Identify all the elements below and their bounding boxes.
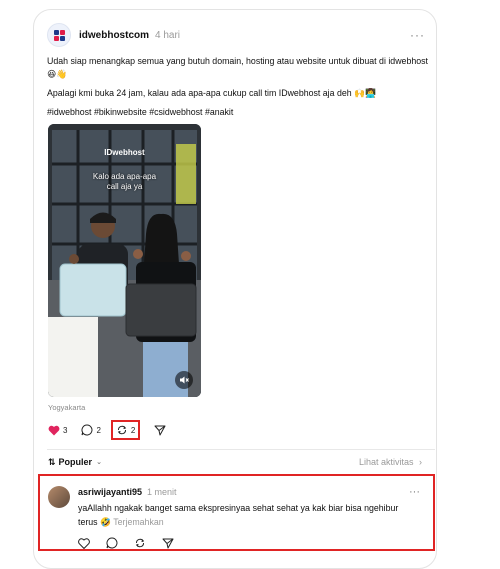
repost-count: 2 [130, 425, 136, 435]
caption-line-2: Apalagi kmi buka 24 jam, kalau ada apa-a… [47, 88, 376, 98]
translate-link[interactable]: Terjemahkan [113, 517, 163, 527]
sort-dropdown[interactable]: ⇅ Populer ⌄ [48, 457, 102, 468]
post-caption: Udah siap menangkap semua yang butuh dom… [47, 55, 435, 125]
video-frame [48, 124, 201, 397]
view-activity-label: Lihat aktivitas [358, 457, 414, 467]
comment-sort-bar: ⇅ Populer ⌄ Lihat aktivitas › [48, 454, 422, 470]
reply-actions [78, 537, 190, 549]
reply-like-button[interactable] [78, 537, 90, 549]
reply-repost-button[interactable] [134, 537, 146, 549]
reply-header: asriwijayanti95 1 menit [78, 487, 177, 497]
comment-button[interactable]: 2 [81, 424, 101, 436]
mute-icon [180, 376, 189, 384]
share-button[interactable] [154, 424, 166, 436]
reply-share-button[interactable] [162, 537, 174, 549]
reply-text: yaAllahh ngakak banget sama ekspresinyaa… [78, 501, 408, 529]
reply-time[interactable]: 1 menit [147, 487, 177, 497]
sort-label: Populer [58, 457, 93, 467]
like-count: 3 [63, 425, 68, 435]
overlay-text-line-1: Kalo ada apa-apa [92, 172, 157, 181]
post-time[interactable]: 4 hari [155, 30, 180, 41]
comment-count: 2 [96, 425, 101, 435]
comment-icon [106, 537, 118, 549]
comment-icon [81, 424, 93, 436]
brand-overlay: IDwebhost [104, 148, 145, 157]
share-icon [162, 538, 174, 549]
post-username[interactable]: idwebhostcom [79, 30, 149, 41]
repost-button[interactable]: 2 [110, 420, 141, 440]
post-actions: 3 2 2 [48, 420, 180, 440]
repost-icon [135, 538, 145, 548]
view-activity-link[interactable]: Lihat aktivitas › [359, 457, 422, 467]
reply-username[interactable]: asriwijayanti95 [78, 487, 142, 497]
chevron-right-icon: › [419, 457, 422, 467]
heart-icon [48, 425, 60, 435]
post-header: idwebhostcom 4 hari ··· [47, 22, 425, 48]
overlay-text-line-2: call aja ya [106, 182, 143, 191]
post-location[interactable]: Yogyakarta [48, 403, 85, 412]
overlay-text: Kalo ada apa-apa call aja ya [48, 172, 201, 192]
mute-button[interactable] [175, 371, 193, 389]
avatar[interactable] [47, 23, 71, 47]
more-options-icon[interactable]: ··· [410, 28, 425, 42]
heart-outline-icon [78, 537, 90, 549]
reply-comment-button[interactable] [106, 537, 118, 549]
share-icon [154, 425, 166, 436]
sort-icon: ⇅ [48, 456, 56, 467]
like-button[interactable]: 3 [48, 425, 67, 436]
chevron-down-icon: ⌄ [96, 459, 102, 466]
caption-line-1: Udah siap menangkap semua yang butuh dom… [47, 56, 428, 79]
reply-avatar[interactable] [48, 486, 70, 508]
divider [47, 449, 435, 450]
repost-icon [117, 425, 127, 435]
reply-more-icon[interactable]: ··· [409, 486, 420, 498]
post-video[interactable]: IDwebhost Kalo ada apa-apa call aja ya [48, 124, 201, 397]
hashtags[interactable]: #idwebhost #bikinwebsite #csidwebhost #a… [47, 106, 435, 119]
